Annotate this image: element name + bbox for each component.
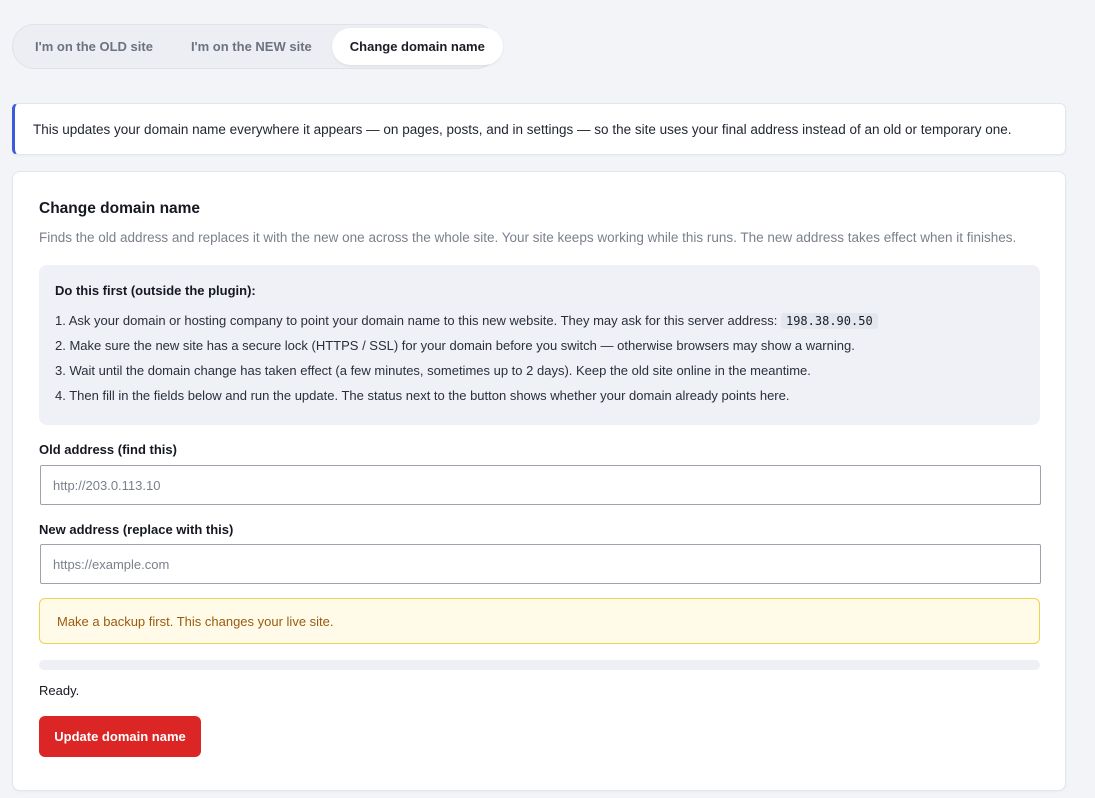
card-title: Change domain name: [39, 200, 201, 217]
update-domain-button[interactable]: Update domain name: [39, 716, 201, 757]
card-subtitle: Finds the old address and replaces it wi…: [39, 230, 1017, 245]
step-text: 2. Make sure the new site has a secure l…: [55, 338, 855, 353]
info-banner: This updates your domain name everywhere…: [12, 103, 1066, 155]
prerequisite-step: 1. Ask your domain or hosting company to…: [55, 311, 1024, 336]
progress-bar: [39, 660, 1040, 670]
prerequisite-step: 4. Then fill in the fields below and run…: [55, 386, 1024, 411]
change-domain-card: Change domain name Finds the old address…: [12, 171, 1066, 791]
tab-change-domain[interactable]: Change domain name: [331, 28, 503, 65]
new-address-label: New address (replace with this): [39, 522, 234, 537]
tab-bar: I'm on the OLD site I'm on the NEW site …: [12, 24, 503, 69]
old-address-label: Old address (find this): [39, 442, 177, 457]
step-text: 1. Ask your domain or hosting company to…: [55, 313, 778, 328]
status-text: Ready.: [39, 683, 80, 698]
server-address-code: 198.38.90.50: [780, 313, 878, 329]
backup-warning: Make a backup first. This changes your l…: [39, 598, 1040, 644]
prerequisite-step: 3. Wait until the domain change has take…: [55, 361, 1024, 386]
step-text: 4. Then fill in the fields below and run…: [55, 388, 790, 403]
backup-warning-text: Make a backup first. This changes your l…: [57, 613, 334, 629]
prerequisites-title: Do this first (outside the plugin):: [55, 283, 256, 298]
prerequisite-step: 2. Make sure the new site has a secure l…: [55, 336, 1024, 361]
prerequisites-box: Do this first (outside the plugin): 1. A…: [39, 265, 1040, 425]
info-banner-text: This updates your domain name everywhere…: [33, 121, 1012, 137]
tab-old-site[interactable]: I'm on the OLD site: [17, 28, 171, 65]
old-address-input[interactable]: [40, 465, 1041, 505]
prerequisites-list: 1. Ask your domain or hosting company to…: [55, 311, 1024, 411]
step-text: 3. Wait until the domain change has take…: [55, 363, 811, 378]
new-address-input[interactable]: [40, 544, 1041, 584]
tab-new-site[interactable]: I'm on the NEW site: [171, 28, 332, 65]
